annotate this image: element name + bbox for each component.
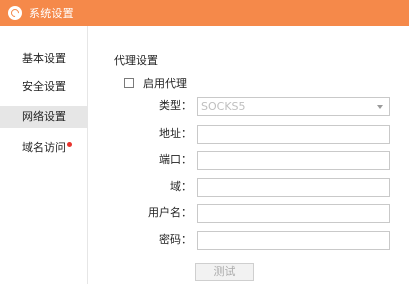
sidebar-item-network[interactable]: 网络设置 [0, 106, 87, 128]
sidebar-item-label: 安全设置 [22, 80, 66, 93]
proxy-section-title: 代理设置 [114, 54, 158, 67]
password-label: 密码： [159, 233, 192, 246]
domain-input[interactable] [197, 178, 390, 197]
enable-proxy-checkbox[interactable] [124, 78, 134, 88]
proxy-type-value: SOCKS5 [201, 100, 246, 113]
settings-window: 系统设置 基本设置 安全设置 网络设置 域名访问 代理设置 启用代理 类型： S… [0, 0, 409, 284]
port-input[interactable] [197, 151, 390, 170]
enable-proxy-label: 启用代理 [143, 77, 187, 90]
notification-dot-icon [67, 142, 72, 147]
settings-sidebar: 基本设置 安全设置 网络设置 域名访问 [0, 26, 88, 284]
proxy-type-select[interactable]: SOCKS5 [197, 97, 390, 116]
username-label: 用户名： [148, 206, 192, 219]
sidebar-item-domain-access[interactable]: 域名访问 [0, 137, 87, 159]
enable-proxy-row: 启用代理 [124, 75, 187, 91]
password-input[interactable] [197, 231, 390, 250]
sidebar-item-label: 网络设置 [22, 110, 66, 123]
sidebar-item-basic[interactable]: 基本设置 [0, 48, 87, 70]
sidebar-item-security[interactable]: 安全设置 [0, 76, 87, 98]
port-label: 端口： [159, 153, 192, 166]
window-title: 系统设置 [29, 7, 74, 20]
title-bar: 系统设置 [0, 0, 409, 26]
username-input[interactable] [197, 204, 390, 223]
network-settings-panel: 代理设置 启用代理 类型： SOCKS5 地址： 端口： 域： 用户名： 密码：… [88, 26, 409, 284]
test-button[interactable]: 测试 [195, 263, 254, 281]
address-input[interactable] [197, 125, 390, 144]
chevron-down-icon [377, 105, 383, 109]
app-logo-icon [8, 6, 22, 20]
sidebar-item-label: 域名访问 [22, 141, 66, 154]
address-label: 地址： [159, 127, 192, 140]
type-label: 类型： [159, 99, 192, 112]
domain-label: 域： [170, 180, 192, 193]
sidebar-item-label: 基本设置 [22, 52, 66, 65]
